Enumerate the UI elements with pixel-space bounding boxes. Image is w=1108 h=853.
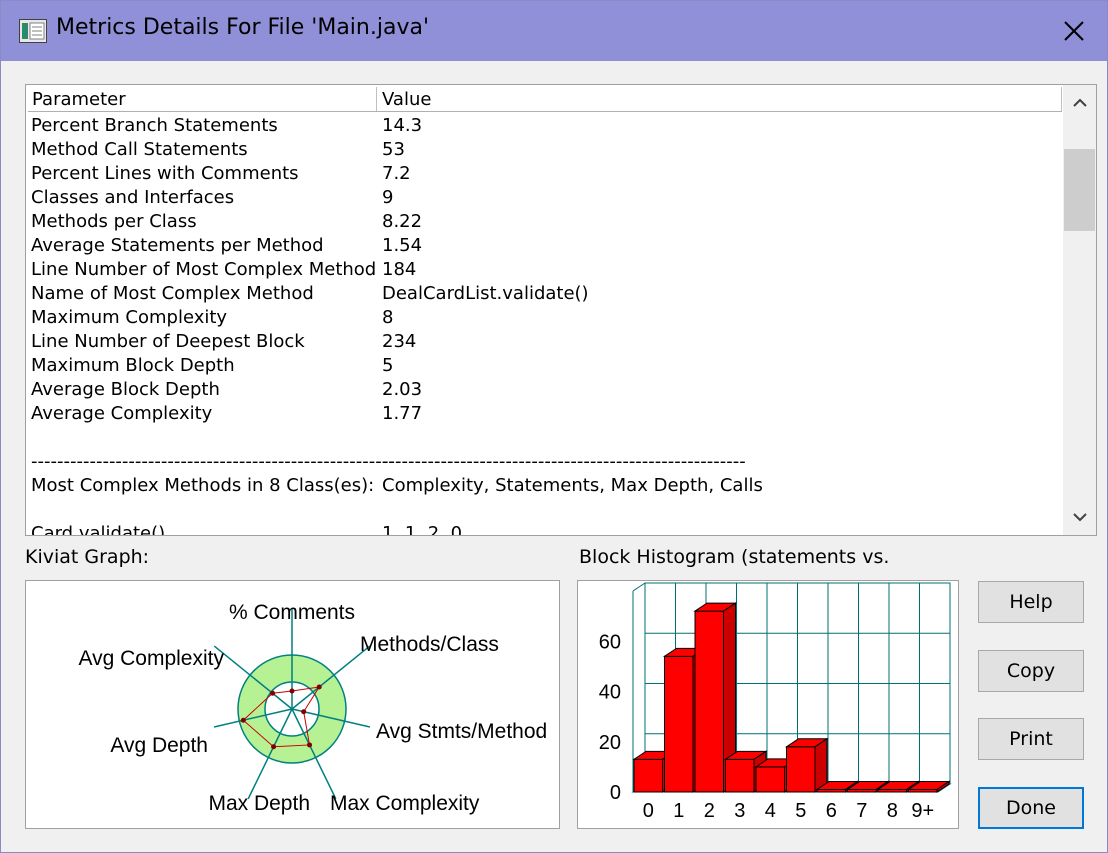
histogram-bar [725, 758, 755, 793]
value-cell: 234 [382, 331, 417, 352]
block-histogram: 0 20 40 60 0 1 2 3 4 5 6 7 8 9+ [577, 580, 959, 829]
histogram-svg: 02040600 1 2 3 4 5 6 7 8 9+ [599, 582, 952, 822]
kiviat-point [271, 744, 277, 750]
app-icon [19, 19, 47, 43]
kiviat-graph: % Comments Methods/Class Avg Stmts/Method M… [25, 580, 560, 829]
x-tick-label: 2 [704, 800, 715, 822]
column-header-value[interactable]: Value [382, 89, 431, 110]
parameter-cell: Card.validate() [31, 523, 166, 536]
x-tick-label: 6 [826, 800, 837, 822]
kiviat-axis-label: Max Complexity [330, 792, 480, 815]
kiviat-axis-label: Avg Stmts/Method [376, 720, 547, 743]
value-cell: 1.54 [382, 235, 423, 256]
kiviat-axis-label: Max Depth [208, 792, 310, 815]
scroll-thumb[interactable] [1064, 149, 1095, 231]
parameter-cell: Average Block Depth [31, 379, 220, 400]
y-tick-label: 20 [599, 732, 621, 754]
x-tick-label: 0 [643, 800, 654, 822]
kiviat-point [289, 688, 295, 694]
parameter-cell: Name of Most Complex Method [31, 283, 314, 304]
done-button[interactable]: Done [978, 787, 1084, 829]
x-tick-label: 1 [673, 800, 684, 822]
x-tick-label: 8 [887, 800, 898, 822]
parameter-cell: Classes and Interfaces [31, 187, 235, 208]
chevron-down-icon [1072, 513, 1087, 522]
parameter-cell: Average Statements per Method [31, 235, 324, 256]
y-tick-label: 60 [599, 631, 621, 653]
parameter-cell: Most Complex Methods in 8 Class(es): [31, 475, 375, 496]
close-icon [1064, 21, 1084, 41]
parameter-cell: ----------------------------------------… [31, 451, 395, 472]
kiviat-point [301, 709, 307, 715]
value-cell: 184 [382, 259, 417, 280]
kiviat-svg: % CommentsMethods/Class Avg Stmts/Method M… [78, 601, 547, 815]
close-button[interactable] [1049, 9, 1099, 53]
histogram-wall-edge [632, 582, 646, 592]
metrics-list[interactable]: Parameter Value Percent Branch Statement… [25, 84, 1097, 536]
parameter-cell: Percent Lines with Comments [31, 163, 299, 184]
value-cell: ----------------------------------------… [382, 451, 746, 472]
value-cell: DealCardList.validate() [382, 283, 589, 304]
parameter-cell: Methods per Class [31, 211, 197, 232]
metrics-dialog: Metrics Details For File 'Main.java' Par… [0, 0, 1108, 853]
scroll-down-button[interactable] [1063, 499, 1096, 535]
copy-button[interactable]: Copy [978, 650, 1084, 692]
x-tick-label: 9+ [911, 800, 934, 822]
y-tick-label: 0 [610, 782, 621, 804]
kiviat-axis-label: % Comments [229, 601, 355, 624]
x-tick-label: 5 [795, 800, 806, 822]
value-cell: 8 [382, 307, 394, 328]
window-title: Metrics Details For File 'Main.java' [56, 15, 429, 40]
value-cell: 14.3 [382, 115, 423, 136]
x-tick-label: 4 [765, 800, 776, 822]
value-cell: 53 [382, 139, 405, 160]
value-cell: 2.03 [382, 379, 423, 400]
parameter-cell: Percent Branch Statements [31, 115, 278, 136]
kiviat-axis-label: Avg Complexity [78, 647, 224, 670]
kiviat-axis-label: Methods/Class [360, 633, 499, 656]
histogram-label: Block Histogram (statements vs. [579, 546, 890, 568]
histogram-bar [664, 655, 694, 793]
scroll-up-button[interactable] [1063, 85, 1096, 121]
y-tick-label: 40 [599, 682, 621, 704]
help-button[interactable]: Help [978, 581, 1084, 623]
kiviat-axis-label: Avg Depth [110, 734, 208, 757]
kiviat-point [316, 684, 322, 690]
value-cell: 5 [382, 355, 394, 376]
kiviat-point [240, 717, 246, 723]
vertical-scrollbar[interactable] [1063, 85, 1096, 535]
histogram-bar [694, 610, 724, 793]
parameter-cell: Maximum Complexity [31, 307, 228, 328]
histogram-bar [755, 766, 785, 793]
chevron-up-icon [1072, 98, 1087, 107]
value-cell: 1, 1, 2, 0 [382, 523, 463, 536]
title-bar: Metrics Details For File 'Main.java' [1, 1, 1107, 61]
histogram-bar [633, 758, 663, 793]
histogram-bar [786, 746, 816, 793]
value-cell: 7.2 [382, 163, 411, 184]
print-button[interactable]: Print [978, 718, 1084, 760]
value-cell: 9 [382, 187, 394, 208]
x-tick-label: 7 [856, 800, 867, 822]
parameter-cell: Line Number of Deepest Block [31, 331, 305, 352]
column-header-parameter[interactable]: Parameter [32, 89, 126, 110]
kiviat-point [270, 690, 276, 696]
kiviat-label: Kiviat Graph: [25, 546, 150, 568]
value-cell: 1.77 [382, 403, 423, 424]
kiviat-point [307, 742, 313, 748]
x-tick-label: 3 [734, 800, 745, 822]
parameter-cell: Method Call Statements [31, 139, 248, 160]
parameter-cell: Line Number of Most Complex Method [31, 259, 377, 280]
parameter-cell: Average Complexity [31, 403, 213, 424]
list-header: Parameter Value [28, 87, 1062, 112]
value-cell: Complexity, Statements, Max Depth, Calls [382, 475, 763, 496]
parameter-cell: Maximum Block Depth [31, 355, 235, 376]
value-cell: 8.22 [382, 211, 423, 232]
